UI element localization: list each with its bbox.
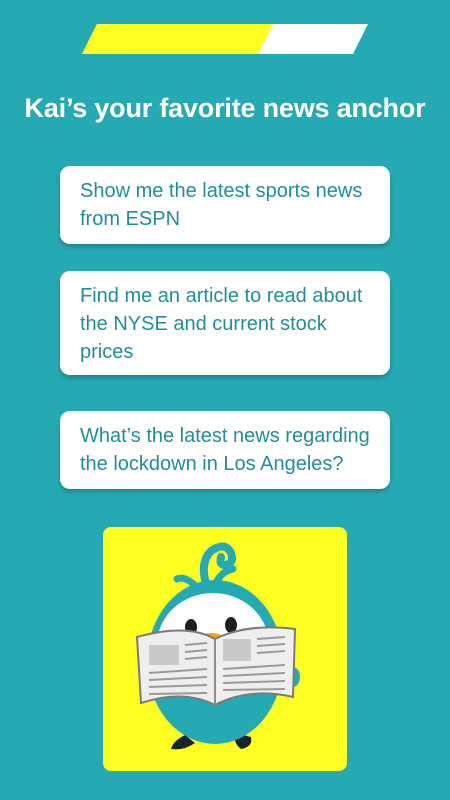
suggestion-text: Find me an article to read about the NYS… xyxy=(80,285,363,363)
progress-bar xyxy=(82,24,368,54)
suggestion-card-sports[interactable]: Show me the latest sports news from ESPN xyxy=(60,166,390,244)
suggestion-card-nyse[interactable]: Find me an article to read about the NYS… xyxy=(60,271,390,375)
mascot-reading-newspaper-icon xyxy=(135,542,300,750)
suggestion-text: Show me the latest sports news from ESPN xyxy=(80,180,363,230)
suggestion-text: What’s the latest news regarding the loc… xyxy=(80,425,370,475)
page-title: Kai’s your favorite news anchor xyxy=(24,93,426,123)
suggestion-card-lockdown[interactable]: What’s the latest news regarding the loc… xyxy=(60,411,390,489)
mascot-illustration xyxy=(103,527,347,771)
progress-bar-fill xyxy=(82,24,274,54)
